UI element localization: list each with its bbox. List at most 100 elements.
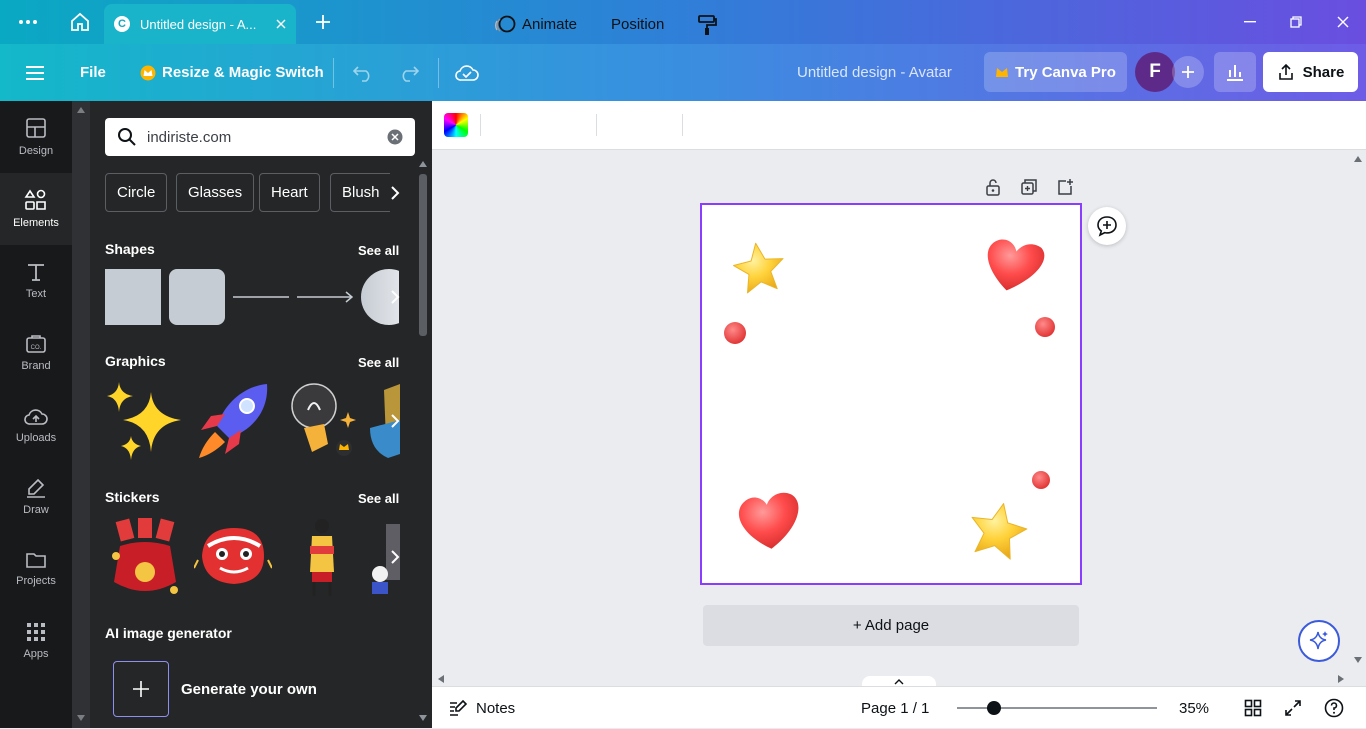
heart-element[interactable]	[736, 490, 805, 553]
duplicate-page-icon[interactable]	[1020, 178, 1038, 196]
zoom-slider-handle[interactable]	[987, 701, 1002, 715]
side-navigation-rail: Design Elements Text CO. Brand Uploads D…	[0, 101, 72, 728]
try-canva-pro-button[interactable]: Try Canva Pro	[984, 52, 1127, 92]
rail-item-uploads[interactable]: Uploads	[0, 389, 72, 461]
stickers-heading: Stickers	[105, 489, 160, 505]
avatar[interactable]: F	[1135, 52, 1175, 92]
shape-arrow[interactable]	[297, 269, 353, 325]
context-toolbar	[432, 101, 1366, 150]
resize-label: Resize & Magic Switch	[162, 64, 324, 81]
apps-grid-icon	[26, 622, 46, 642]
help-icon[interactable]	[1324, 687, 1344, 729]
stickers-scroll-right-icon[interactable]	[383, 539, 407, 575]
main-menu-icon[interactable]	[24, 44, 46, 101]
panel-scrollbar[interactable]	[416, 158, 430, 728]
shape-square[interactable]	[105, 269, 161, 325]
panel-left-gutter	[72, 101, 90, 728]
add-comment-icon[interactable]	[1088, 207, 1126, 245]
dot-element[interactable]	[1035, 317, 1055, 337]
graphics-see-all-link[interactable]: See all	[358, 355, 399, 370]
rail-item-draw[interactable]: Draw	[0, 461, 72, 533]
close-tab-icon[interactable]	[276, 19, 286, 29]
heart-element[interactable]	[982, 237, 1046, 296]
animate-button[interactable]: Animate	[494, 0, 577, 49]
lion-dance-sticker[interactable]	[194, 516, 272, 598]
graphics-scroll-right-icon[interactable]	[383, 403, 407, 439]
rail-item-projects[interactable]: Projects	[0, 533, 72, 605]
rail-label: Apps	[23, 648, 49, 660]
sparkles-graphic[interactable]	[105, 380, 185, 462]
animate-icon	[494, 15, 516, 35]
magic-assistant-icon[interactable]	[1298, 620, 1340, 662]
rail-item-brand[interactable]: CO. Brand	[0, 317, 72, 389]
plus-icon	[132, 680, 150, 698]
search-input[interactable]: indiriste.com	[147, 129, 387, 146]
shape-rounded-square[interactable]	[169, 269, 225, 325]
rail-item-text[interactable]: Text	[0, 245, 72, 317]
home-icon[interactable]	[66, 8, 94, 36]
rail-item-apps[interactable]: Apps	[0, 605, 72, 677]
lightbulb-graphic[interactable]	[286, 380, 356, 462]
lock-page-icon[interactable]	[984, 178, 1002, 196]
shapes-see-all-link[interactable]: See all	[358, 243, 399, 258]
cloud-saved-icon[interactable]	[455, 44, 479, 101]
new-tab-icon[interactable]	[309, 8, 337, 36]
notes-button[interactable]: Notes	[448, 687, 515, 729]
header-divider	[333, 58, 334, 88]
copy-style-paint-roller-icon[interactable]	[697, 0, 717, 49]
design-page[interactable]	[700, 203, 1082, 585]
color-picker-swatch[interactable]	[444, 113, 468, 137]
restore-icon[interactable]	[1284, 10, 1308, 34]
rail-label: Design	[18, 145, 54, 157]
generate-label[interactable]: Generate your own	[181, 681, 317, 698]
chip-heart[interactable]: Heart	[259, 173, 320, 212]
add-page-button[interactable]: + Add page	[703, 605, 1079, 646]
rail-label: Uploads	[15, 432, 57, 444]
redo-icon[interactable]	[398, 44, 420, 101]
shape-line[interactable]	[233, 269, 289, 325]
star-element[interactable]	[731, 240, 787, 294]
chip-circle[interactable]: Circle	[105, 173, 168, 212]
svg-text:CO.: CO.	[31, 345, 42, 351]
generate-your-own-button[interactable]	[113, 661, 169, 717]
rocket-graphic[interactable]	[195, 380, 271, 462]
file-menu-button[interactable]: File	[80, 44, 106, 101]
add-page-icon[interactable]	[1056, 178, 1074, 196]
crown-icon	[140, 65, 156, 81]
browser-tab[interactable]: C Untitled design - A...	[104, 4, 296, 44]
dot-element[interactable]	[1032, 471, 1050, 489]
clear-search-icon[interactable]	[387, 129, 403, 145]
minimize-icon[interactable]	[1238, 10, 1262, 34]
rail-label: Elements	[13, 217, 59, 229]
dot-element[interactable]	[724, 322, 746, 344]
search-bar[interactable]: indiriste.com	[105, 118, 415, 156]
undo-icon[interactable]	[352, 44, 374, 101]
rail-item-elements[interactable]: Elements	[0, 173, 72, 245]
shapes-scroll-right-icon[interactable]	[383, 279, 407, 315]
stickers-see-all-link[interactable]: See all	[358, 491, 399, 506]
page-artwork	[724, 237, 1055, 561]
zoom-level[interactable]: 35%	[1179, 687, 1209, 729]
fullscreen-icon[interactable]	[1284, 687, 1302, 729]
share-button[interactable]: Share	[1263, 52, 1358, 92]
page-indicator[interactable]: Page 1 / 1	[861, 687, 929, 729]
chip-scroll-right-icon[interactable]	[383, 175, 407, 211]
canvas-vertical-scrollbar[interactable]	[1350, 150, 1366, 686]
chip-glasses[interactable]: Glasses	[176, 173, 255, 212]
chip-blush[interactable]: Blush	[330, 173, 390, 212]
add-member-icon[interactable]	[1172, 56, 1204, 88]
toolbar-divider	[682, 114, 683, 136]
more-icon[interactable]	[14, 8, 42, 36]
design-title[interactable]: Untitled design - Avatar	[797, 44, 952, 101]
header-divider	[438, 58, 439, 88]
position-button[interactable]: Position	[611, 0, 664, 49]
rail-item-design[interactable]: Design	[0, 101, 72, 173]
insights-chart-icon[interactable]	[1214, 52, 1256, 92]
lucky-bag-sticker[interactable]	[108, 516, 182, 598]
close-window-icon[interactable]	[1331, 10, 1355, 34]
star-element[interactable]	[965, 498, 1031, 561]
share-label: Share	[1302, 63, 1345, 81]
grid-view-icon[interactable]	[1244, 687, 1262, 729]
person-holding-gold-sticker[interactable]	[292, 516, 352, 598]
resize-magic-switch-button[interactable]: Resize & Magic Switch	[140, 44, 324, 101]
